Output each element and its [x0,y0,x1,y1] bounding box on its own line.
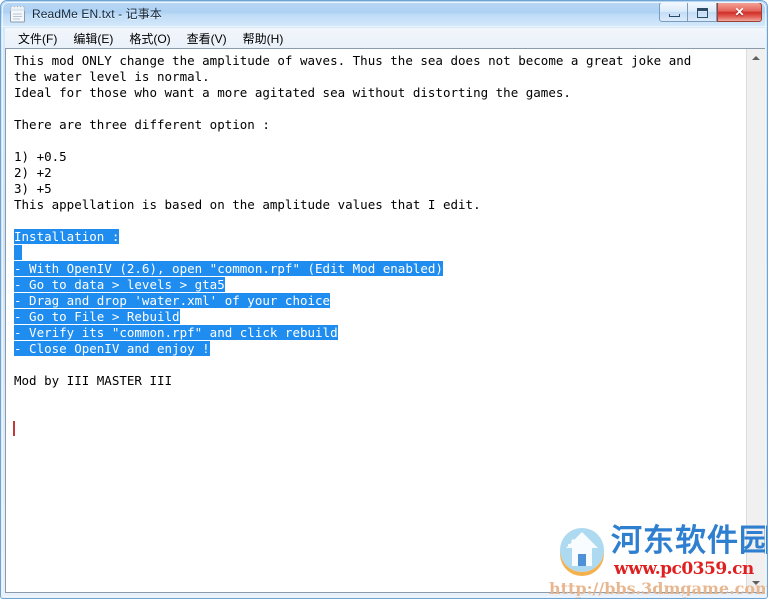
scroll-down-arrow-icon [752,581,760,585]
text-line: This appellation is based on the amplitu… [14,197,481,212]
selected-text: Installation : [14,229,120,244]
title-bar[interactable]: ReadMe EN.txt - 记事本 ✕ [1,1,767,27]
text-line: - Drag and drop 'water.xml' of your choi… [14,293,691,309]
text-line: 1) +0.5 [14,149,67,164]
text-line: Installation : [14,229,691,245]
text-line: the water level is normal. [14,69,210,84]
vertical-scrollbar[interactable] [746,49,765,592]
text-line: Ideal for those who want a more agitated… [14,85,571,100]
notepad-icon [9,5,26,23]
text-line [14,133,691,149]
window-title: ReadMe EN.txt - 记事本 [32,7,162,21]
menu-edit[interactable]: 编辑(E) [66,28,120,49]
selected-text: - With OpenIV (2.6), open "common.rpf" (… [14,261,443,276]
scroll-down-button[interactable] [747,574,765,592]
menu-help[interactable]: 帮助(H) [236,28,291,49]
text-editor[interactable]: This mod ONLY change the amplitude of wa… [6,49,745,592]
text-line: - Close OpenIV and enjoy ! [14,341,691,357]
text-line [14,245,691,261]
menu-format[interactable]: 格式(O) [122,28,177,49]
scroll-up-arrow-icon [752,56,760,60]
text-line: There are three different option : [14,117,270,132]
menu-file[interactable]: 文件(F) [11,28,64,49]
text-line: 3) +5 [14,181,52,196]
text-line [14,213,691,229]
text-line [14,357,691,373]
maximize-button[interactable] [688,2,717,22]
text-line: This mod ONLY change the amplitude of wa… [14,53,692,68]
text-line: - With OpenIV (2.6), open "common.rpf" (… [14,261,691,277]
notepad-window: ReadMe EN.txt - 记事本 ✕ 文件(F) 编辑(E) 格式(O) … [0,0,768,599]
close-icon: ✕ [734,5,745,19]
selected-text: - Go to File > Rebuild [14,309,180,324]
selected-text: - Go to data > levels > gta5 [14,277,225,292]
text-line: - Go to File > Rebuild [14,309,691,325]
text-caret [13,421,15,436]
text-line: Mod by III MASTER III [14,373,173,388]
minimize-icon [669,14,680,17]
text-line [14,101,691,117]
document-text: This mod ONLY change the amplitude of wa… [14,53,691,389]
text-line: - Verify its "common.rpf" and click rebu… [14,325,691,341]
selected-text: - Close OpenIV and enjoy ! [14,341,210,356]
text-line: - Go to data > levels > gta5 [14,277,691,293]
close-button[interactable]: ✕ [717,2,762,22]
scroll-up-button[interactable] [747,49,765,67]
menu-bar: 文件(F) 编辑(E) 格式(O) 查看(V) 帮助(H) [5,28,765,48]
minimize-button[interactable] [659,2,688,22]
selected-text: - Verify its "common.rpf" and click rebu… [14,325,338,340]
text-line: 2) +2 [14,165,52,180]
maximize-icon [697,8,708,18]
selected-text [14,245,22,260]
menu-view[interactable]: 查看(V) [180,28,234,49]
editor-client-area: This mod ONLY change the amplitude of wa… [5,48,765,593]
selected-text: - Drag and drop 'water.xml' of your choi… [14,293,331,308]
